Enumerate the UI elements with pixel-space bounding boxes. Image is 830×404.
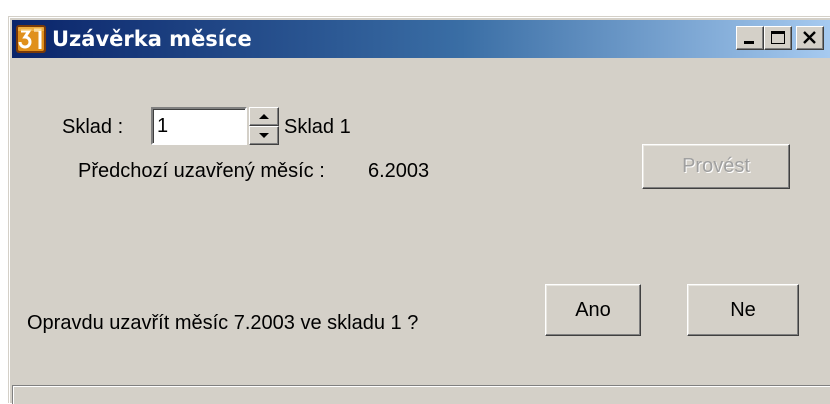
maximize-button[interactable] <box>764 26 792 50</box>
ano-button[interactable]: Ano <box>545 284 641 336</box>
minimize-button[interactable] <box>736 26 764 50</box>
window-title: Uzávěrka měsíce <box>52 27 252 51</box>
title-bar[interactable]: Uzávěrka měsíce <box>12 20 830 58</box>
close-button[interactable] <box>796 26 824 50</box>
dialog-window: Uzávěrka měsíce Sklad : Sklad 1 Předc <box>8 16 830 404</box>
sklad-input[interactable] <box>151 107 247 145</box>
spin-up-button[interactable] <box>249 107 279 126</box>
app-logo-icon <box>15 23 47 55</box>
prev-month-label: Předchozí uzavřený měsíc : <box>78 160 325 182</box>
ne-button[interactable]: Ne <box>687 284 799 336</box>
sklad-name: Sklad 1 <box>284 116 351 138</box>
prev-month-value: 6.2003 <box>368 160 430 182</box>
spin-down-button[interactable] <box>249 126 279 145</box>
sklad-label: Sklad : <box>62 116 124 138</box>
provest-button[interactable]: Provést <box>642 144 790 189</box>
confirm-question: Opravdu uzavřít měsíc 7.2003 ve skladu 1… <box>27 312 419 334</box>
status-bar <box>12 385 830 404</box>
